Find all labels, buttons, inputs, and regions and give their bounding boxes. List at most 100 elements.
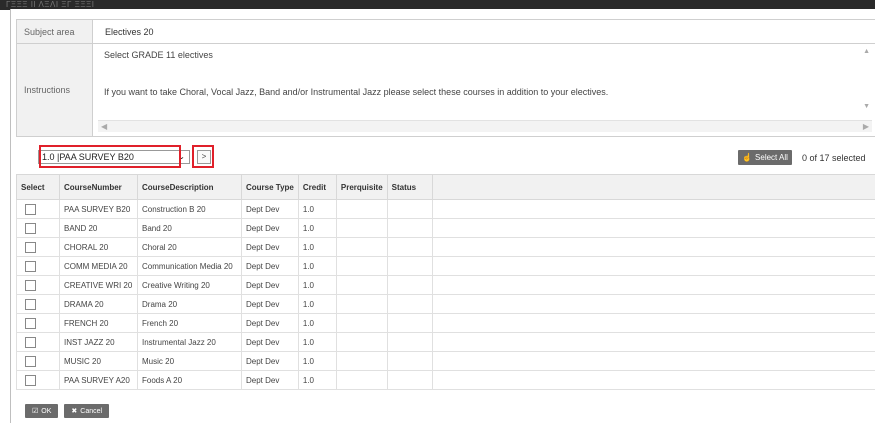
row-checkbox[interactable] [25, 241, 36, 253]
course-type-cell: Dept Dev [241, 370, 299, 390]
course-number-cell: MUSIC 20 [59, 351, 138, 371]
course-number-cell: CHORAL 20 [59, 237, 138, 257]
cancel-button[interactable]: ✖ Cancel [64, 404, 110, 418]
row-checkbox[interactable] [25, 298, 36, 310]
col-header-select[interactable]: Select [16, 174, 60, 200]
col-header-course-type[interactable]: Course Type [241, 174, 299, 200]
table-row[interactable]: DRAMA 20 Drama 20 Dept Dev 1.0 [16, 294, 875, 314]
table-row[interactable]: BAND 20 Band 20 Dept Dev 1.0 [16, 218, 875, 238]
ok-label: OK [41, 407, 52, 415]
course-description-cell: Creative Writing 20 [137, 275, 242, 295]
course-type-cell: Dept Dev [241, 332, 299, 352]
scroll-up-icon[interactable]: ▲ [863, 48, 870, 55]
hand-pointer-icon: ☝ [742, 153, 753, 162]
course-type-cell: Dept Dev [241, 351, 299, 371]
status-cell [386, 332, 433, 352]
select-cell [16, 351, 60, 371]
select-all-label: Select All [755, 153, 788, 162]
row-checkbox[interactable] [25, 374, 36, 386]
course-number-cell: DRAMA 20 [59, 294, 138, 314]
credit-cell: 1.0 [297, 275, 337, 295]
status-cell [386, 275, 433, 295]
ok-button[interactable]: ☑ OK [25, 404, 59, 418]
course-type-cell: Dept Dev [241, 313, 299, 333]
table-row[interactable]: FRENCH 20 French 20 Dept Dev 1.0 [16, 313, 875, 333]
table-row[interactable]: MUSIC 20 Music 20 Dept Dev 1.0 [16, 351, 875, 371]
credit-cell: 1.0 [297, 332, 337, 352]
table-row[interactable]: COMM MEDIA 20 Communication Media 20 Dep… [16, 256, 875, 276]
select-cell [16, 313, 60, 333]
col-header-course-number[interactable]: CourseNumber [59, 174, 138, 200]
courses-table-wrapper: Select CourseNumber CourseDescription Co… [16, 174, 875, 390]
prerequisite-cell [335, 351, 388, 371]
filler-cell [431, 199, 875, 219]
course-description-cell: Drama 20 [137, 294, 242, 314]
scroll-left-icon[interactable]: ◀ [101, 121, 107, 132]
credit-cell: 1.0 [297, 313, 337, 333]
col-header-prerequisite[interactable]: Prerquisite [335, 174, 388, 200]
row-checkbox[interactable] [25, 355, 36, 367]
course-number-cell: CREATIVE WRI 20 [59, 275, 138, 295]
instructions-text-area[interactable]: Select GRADE 11 electives If you want to… [98, 48, 872, 132]
course-type-cell: Dept Dev [241, 294, 299, 314]
info-panel: Subject area Electives 20 Instructions S… [16, 19, 875, 137]
instructions-label: Instructions [17, 44, 93, 136]
table-row[interactable]: PAA SURVEY A20 Foods A 20 Dept Dev 1.0 [16, 370, 875, 390]
table-row[interactable]: CHORAL 20 Choral 20 Dept Dev 1.0 [16, 237, 875, 257]
row-checkbox[interactable] [25, 203, 36, 215]
course-type-cell: Dept Dev [241, 275, 299, 295]
status-cell [386, 313, 433, 333]
row-checkbox[interactable] [25, 317, 36, 329]
status-cell [386, 370, 433, 390]
scroll-right-icon[interactable]: ▶ [863, 121, 869, 132]
filler-cell [431, 294, 875, 314]
course-type-cell: Dept Dev [241, 237, 299, 257]
course-number-cell: BAND 20 [59, 218, 138, 238]
course-number-cell: PAA SURVEY B20 [59, 199, 138, 219]
row-checkbox[interactable] [25, 260, 36, 272]
row-checkbox[interactable] [25, 336, 36, 348]
select-cell [16, 256, 60, 276]
instructions-row: Instructions Select GRADE 11 electives I… [17, 44, 875, 136]
table-row[interactable]: INST JAZZ 20 Instrumental Jazz 20 Dept D… [16, 332, 875, 352]
credit-cell: 1.0 [297, 256, 337, 276]
instructions-horizontal-scrollbar[interactable]: ◀ ▶ [98, 120, 872, 132]
close-icon: ✖ [71, 408, 78, 415]
select-cell [16, 218, 60, 238]
credit-cell: 1.0 [297, 237, 337, 257]
course-description-cell: Foods A 20 [137, 370, 242, 390]
course-type-cell: Dept Dev [241, 199, 299, 219]
course-description-cell: Instrumental Jazz 20 [137, 332, 242, 352]
elective-selection-dialog: Subject area Electives 20 Instructions S… [10, 9, 875, 423]
scroll-down-icon[interactable]: ▼ [863, 103, 870, 110]
select-cell [16, 237, 60, 257]
status-cell [386, 256, 433, 276]
status-cell [386, 237, 433, 257]
check-square-icon: ☑ [32, 408, 39, 415]
filler-cell [431, 332, 875, 352]
instructions-line-2: If you want to take Choral, Vocal Jazz, … [104, 87, 609, 97]
status-cell [386, 199, 433, 219]
col-header-status[interactable]: Status [386, 174, 433, 200]
table-row[interactable]: PAA SURVEY B20 Construction B 20 Dept De… [16, 199, 875, 219]
select-all-button[interactable]: ☝ Select All [738, 150, 792, 165]
instructions-vertical-scrollbar[interactable]: ▲ ▼ [862, 48, 872, 121]
course-description-cell: Band 20 [137, 218, 242, 238]
status-cell [386, 294, 433, 314]
table-header-row: Select CourseNumber CourseDescription Co… [16, 174, 875, 200]
subject-area-row: Subject area Electives 20 [17, 20, 875, 44]
table-row[interactable]: CREATIVE WRI 20 Creative Writing 20 Dept… [16, 275, 875, 295]
course-type-cell: Dept Dev [241, 256, 299, 276]
col-header-course-description[interactable]: CourseDescription [137, 174, 242, 200]
dialog-footer: ☑ OK ✖ Cancel [25, 404, 110, 420]
prerequisite-cell [335, 199, 388, 219]
prerequisite-cell [335, 313, 388, 333]
prerequisite-cell [335, 370, 388, 390]
col-header-credit[interactable]: Credit [297, 174, 337, 200]
course-description-cell: Communication Media 20 [137, 256, 242, 276]
course-description-cell: French 20 [137, 313, 242, 333]
subject-area-value: Electives 20 [105, 26, 154, 37]
row-checkbox[interactable] [25, 222, 36, 234]
row-checkbox[interactable] [25, 279, 36, 291]
filler-cell [431, 218, 875, 238]
